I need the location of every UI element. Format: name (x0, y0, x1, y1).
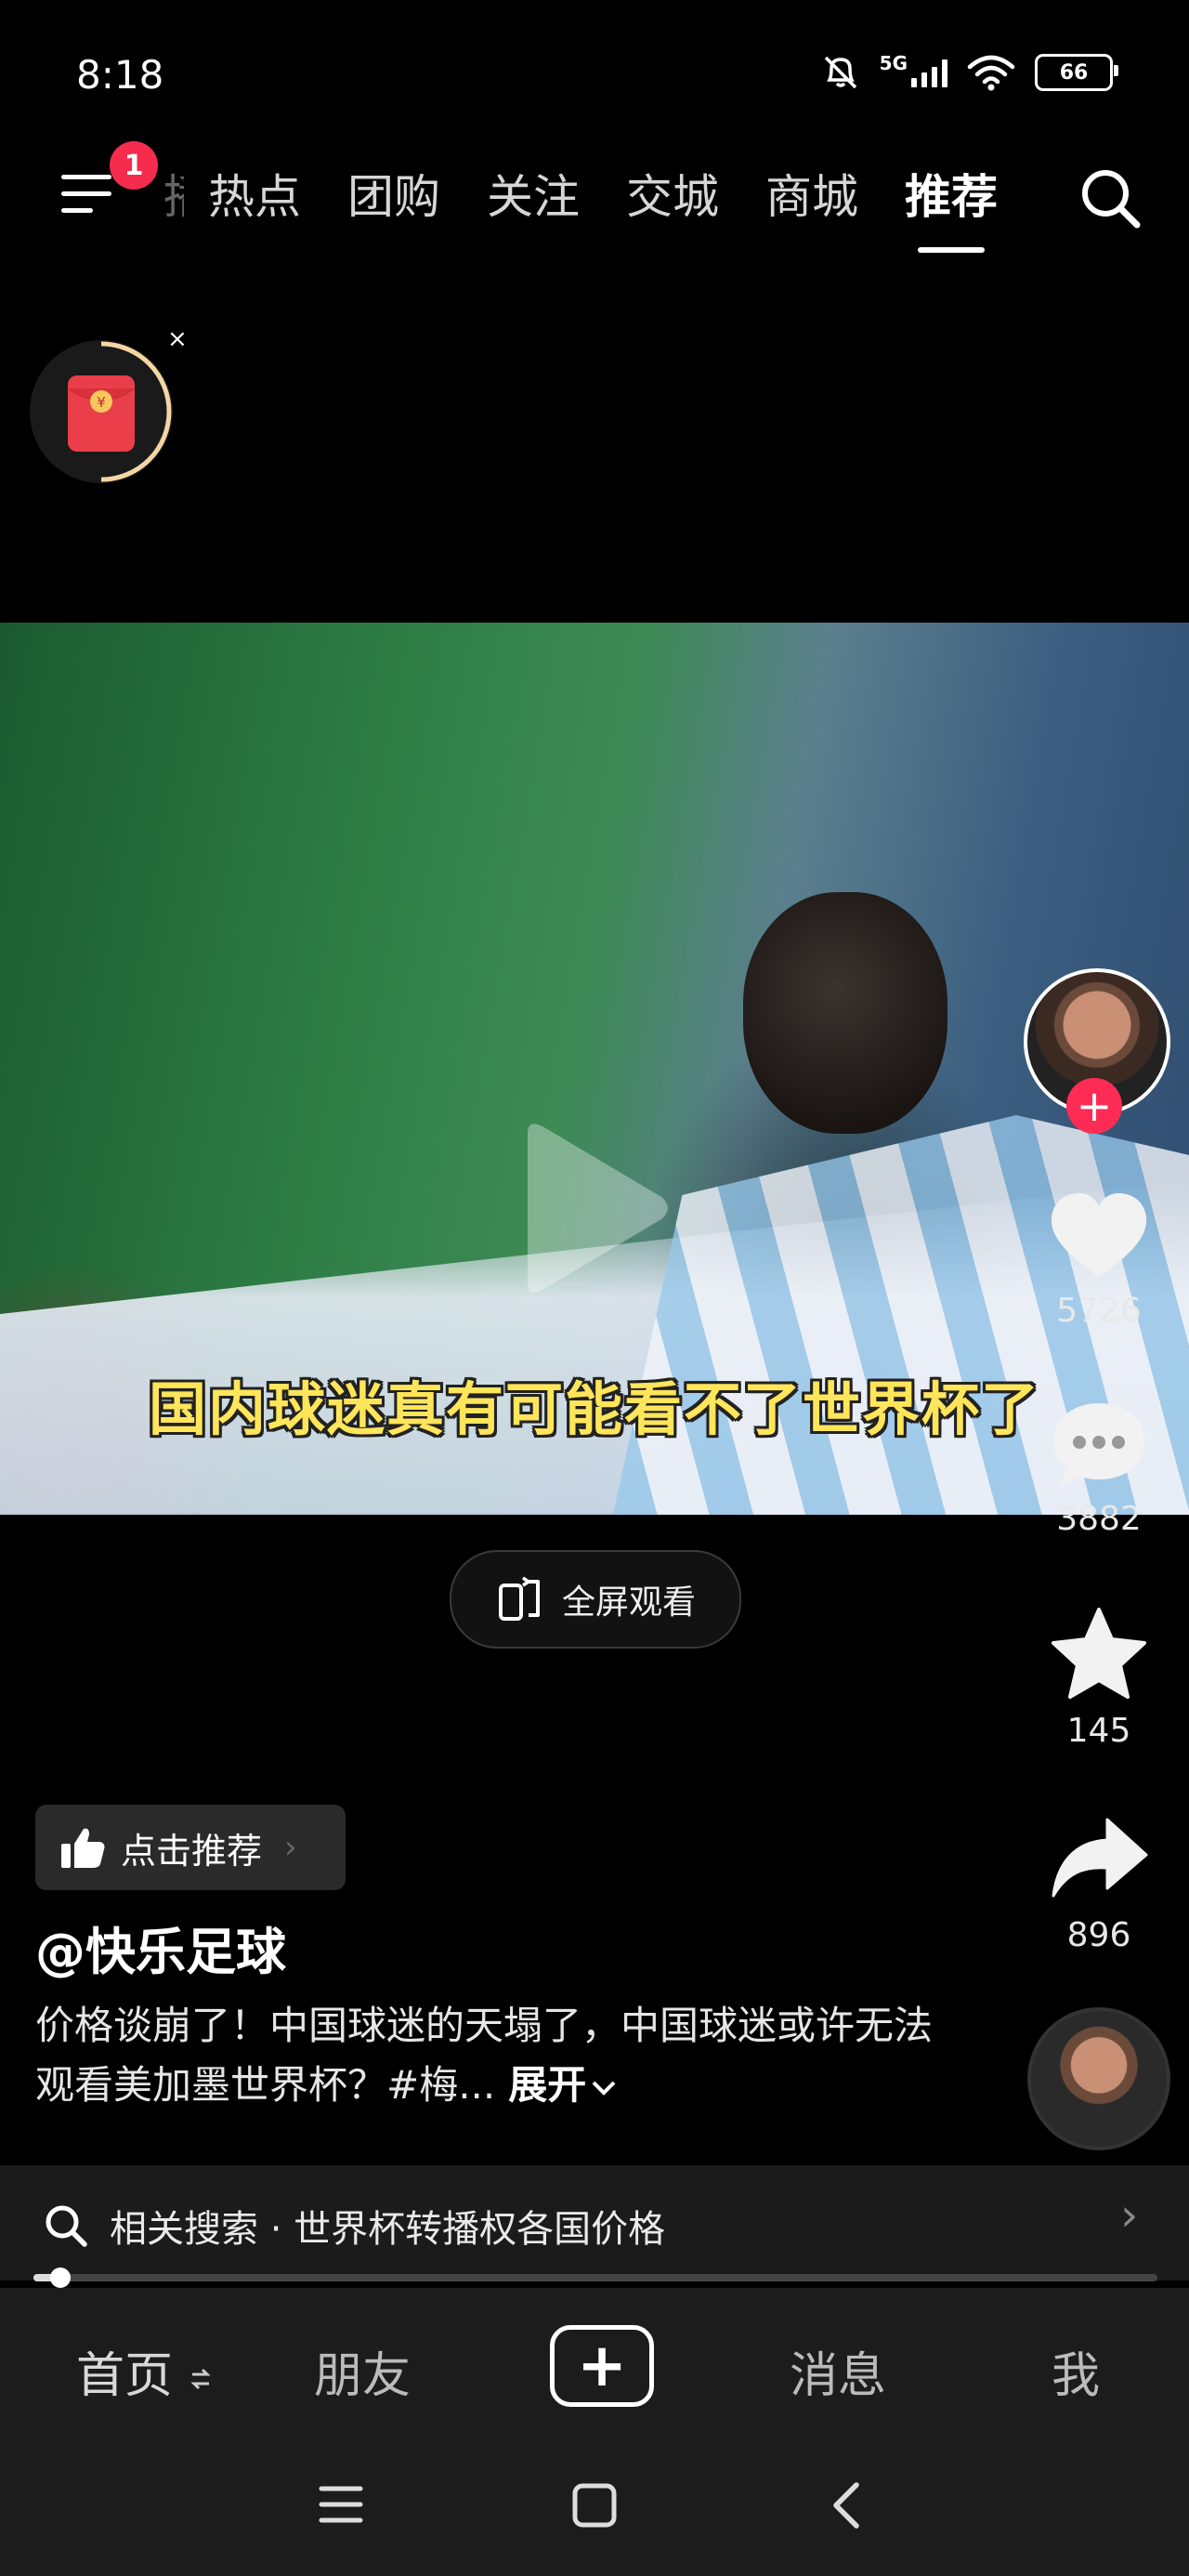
fullscreen-label: 全屏观看 (561, 1584, 696, 1622)
close-icon[interactable]: × (167, 325, 188, 353)
coin-symbol: ¥ (97, 394, 106, 411)
recents-icon[interactable] (316, 2481, 366, 2528)
like-button[interactable]: 5726 (1040, 1189, 1157, 1330)
status-time: 8:18 (76, 52, 164, 98)
search-icon[interactable] (1078, 165, 1144, 232)
notification-badge: 1 (110, 141, 158, 190)
search-icon (46, 2205, 87, 2247)
battery-icon: 66 (1035, 54, 1118, 91)
heart-icon (1051, 1193, 1147, 1277)
tab-mall[interactable]: 商城 (765, 169, 858, 225)
recommend-label: 点击推荐 (121, 1830, 263, 1872)
rotate-screen-icon (498, 1576, 540, 1621)
menu-icon-line (61, 208, 93, 213)
expand-label: 展开 (508, 2062, 587, 2108)
post-caption: 价格谈崩了！中国球迷的天塌了，中国球迷或许无法观看美加墨世界杯？#梅... 展开 (35, 1996, 946, 2115)
tab-group-buy[interactable]: 团购 (347, 169, 440, 225)
create-button[interactable]: + (550, 2325, 654, 2407)
music-disc[interactable] (1027, 2007, 1170, 2150)
favorite-button[interactable]: 145 (1040, 1606, 1157, 1750)
comment-icon (1053, 1403, 1144, 1487)
tab-recommend[interactable]: 推荐 (905, 169, 998, 253)
progress-handle[interactable] (50, 2267, 72, 2288)
video-frame-player (743, 892, 947, 1134)
comment-button[interactable]: 3882 (1040, 1398, 1157, 1538)
tab-messages[interactable]: 消息 (790, 2336, 886, 2406)
progress-track[interactable] (33, 2274, 1157, 2281)
back-icon[interactable] (825, 2479, 866, 2531)
tab-city[interactable]: 交城 (626, 169, 719, 225)
wifi-icon (967, 55, 1015, 91)
tab-following[interactable]: 关注 (487, 169, 580, 225)
signal-icon (911, 58, 947, 87)
follow-button[interactable]: + (1066, 1078, 1122, 1134)
video-subtitle: 国内球迷真有可能看不了世界杯了 (148, 1375, 1040, 1443)
caption-text: 价格谈崩了！中国球迷的天塌了，中国球迷或许无法观看美加墨世界杯？#梅... (35, 2003, 934, 2108)
like-count: 5726 (1056, 1292, 1142, 1330)
author-name[interactable]: @快乐足球 (35, 1911, 286, 1984)
share-count: 896 (1066, 1916, 1131, 1954)
mute-icon (824, 56, 856, 89)
chevron-right-icon: › (1120, 2189, 1139, 2241)
star-icon (1052, 1608, 1146, 1699)
related-search-text[interactable]: 相关搜索 · 世界杯转播权各国价格 (110, 2199, 665, 2253)
recommend-button[interactable]: 点击推荐 › (35, 1805, 346, 1890)
status-icons: 5G 66 (820, 52, 1118, 91)
menu-icon-line (61, 191, 111, 196)
expand-link[interactable]: 展开 (508, 2062, 618, 2108)
chevron-down-icon (592, 2081, 616, 2096)
thumbs-up-icon (61, 1828, 105, 1868)
tab-me[interactable]: 我 (1052, 2336, 1100, 2406)
network-type: 5G (879, 52, 908, 74)
battery-level: 66 (1059, 60, 1089, 85)
switch-icon (189, 2368, 211, 2390)
home-icon[interactable] (570, 2481, 619, 2530)
share-icon (1052, 1818, 1148, 1898)
share-button[interactable]: 896 (1040, 1814, 1157, 1954)
comment-count: 3882 (1056, 1500, 1142, 1538)
tab-home[interactable]: 首页 (76, 2336, 213, 2406)
fullscreen-button[interactable]: 全屏观看 (450, 1550, 741, 1649)
play-icon[interactable] (509, 1115, 676, 1301)
chevron-right-icon: › (284, 1829, 297, 1866)
menu-icon (61, 175, 111, 179)
red-packet-widget[interactable]: ¥ (30, 340, 173, 483)
top-tabs: 播 热点 团购 关注 交城 商城 推荐 (163, 169, 1044, 253)
tab-friends[interactable]: 朋友 (314, 2336, 411, 2406)
tab-home-label: 首页 (76, 2348, 174, 2404)
red-packet-icon: ¥ (67, 341, 172, 482)
tab-hot[interactable]: 热点 (208, 169, 301, 225)
favorite-count: 145 (1066, 1712, 1131, 1750)
tab-live[interactable]: 播 (163, 169, 184, 225)
